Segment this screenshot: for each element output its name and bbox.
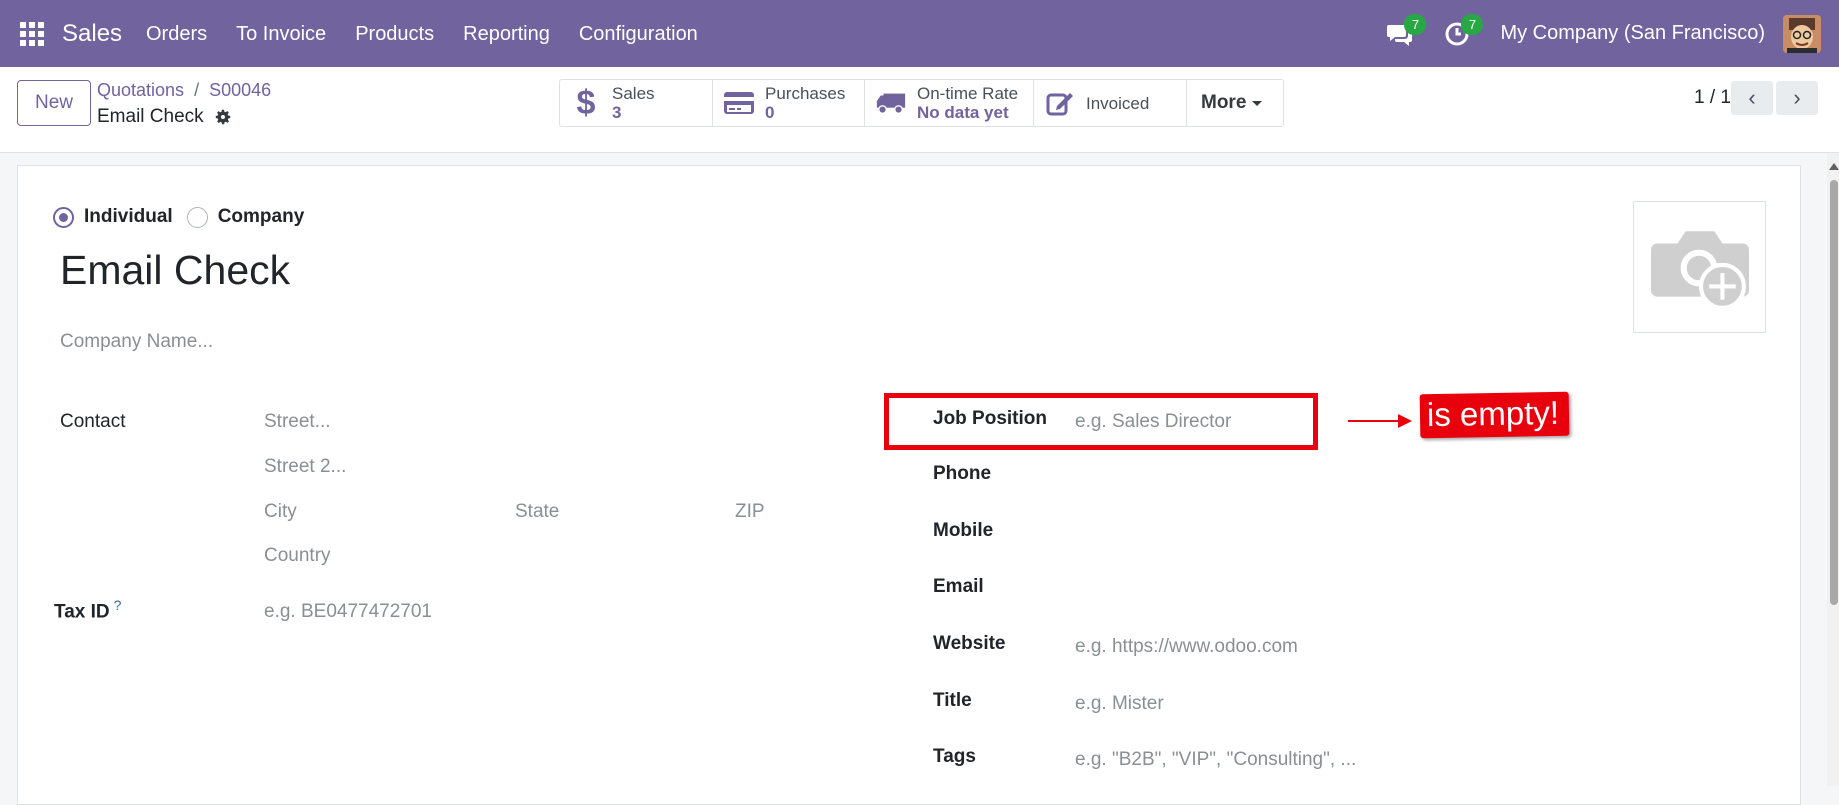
pager-previous-button[interactable]: ‹ xyxy=(1731,81,1773,115)
user-avatar[interactable] xyxy=(1783,14,1821,53)
partner-name-field[interactable]: Email Check xyxy=(60,247,290,294)
purchases-smart-value: 0 xyxy=(765,103,775,122)
tags-label: Tags xyxy=(933,746,976,767)
dollar-icon: $ xyxy=(576,83,596,122)
menu-products[interactable]: Products xyxy=(355,23,434,46)
scrollbar-thumb[interactable] xyxy=(1830,180,1838,605)
apps-menu-icon[interactable] xyxy=(20,22,46,46)
tax-id-label: Tax ID? xyxy=(54,597,121,623)
record-title-row: Email Check xyxy=(97,106,232,128)
title-label: Title xyxy=(933,690,972,711)
website-input[interactable]: e.g. https://www.odoo.com xyxy=(1075,636,1298,658)
more-label: More xyxy=(1201,92,1247,113)
company-name-input[interactable]: Company Name... xyxy=(60,331,213,353)
form-sheet: Individual Company Email Check Company N… xyxy=(17,165,1801,805)
email-highlight-box xyxy=(884,393,1318,450)
breadcrumb-separator: / xyxy=(194,80,200,100)
tax-id-help-icon[interactable]: ? xyxy=(114,597,122,613)
menu-to-invoice[interactable]: To Invoice xyxy=(236,23,326,46)
activities-clock-icon[interactable]: 7 xyxy=(1443,13,1484,50)
individual-label[interactable]: Individual xyxy=(84,206,173,228)
control-panel: New Quotations / S00046 Email Check $ Sale… xyxy=(0,67,1839,153)
contact-label: Contact xyxy=(60,411,126,432)
company-label[interactable]: Company xyxy=(218,206,305,228)
gear-icon[interactable] xyxy=(214,108,232,126)
sales-smart-button[interactable]: $ Sales 3 xyxy=(560,80,713,126)
invoiced-smart-button[interactable]: Invoiced xyxy=(1034,80,1187,126)
invoiced-smart-label: Invoiced xyxy=(1086,93,1150,113)
tax-id-input[interactable]: e.g. BE0477472701 xyxy=(264,601,432,623)
messages-badge: 7 xyxy=(1404,13,1427,35)
website-label: Website xyxy=(933,633,1006,654)
street2-input[interactable]: Street 2... xyxy=(264,456,346,478)
company-switcher[interactable]: My Company (San Francisco) xyxy=(1500,22,1765,45)
phone-label: Phone xyxy=(933,463,992,484)
company-radio[interactable] xyxy=(186,206,208,228)
credit-card-icon xyxy=(723,87,755,119)
on-time-rate-smart-button[interactable]: On-time Rate No data yet xyxy=(865,80,1034,126)
app-brand[interactable]: Sales xyxy=(62,20,122,48)
street-input[interactable]: Street... xyxy=(264,411,331,433)
edit-icon xyxy=(1044,87,1076,119)
city-input[interactable]: City xyxy=(264,501,297,523)
purchases-smart-label: Purchases xyxy=(765,84,846,103)
record-title: Email Check xyxy=(97,106,204,127)
image-upload[interactable] xyxy=(1633,201,1766,333)
main-menu: Orders To Invoice Products Reporting Con… xyxy=(146,23,698,46)
annotation-label: is empty! xyxy=(1419,391,1570,439)
systray: 7 7 My Company (San Francisco) xyxy=(1386,0,1839,67)
chevron-right-icon: › xyxy=(1793,85,1801,110)
caret-down-icon xyxy=(1252,100,1263,106)
menu-orders[interactable]: Orders xyxy=(146,23,207,46)
on-time-rate-value: No data yet xyxy=(917,103,1009,122)
individual-radio[interactable] xyxy=(53,206,74,228)
chevron-left-icon: ‹ xyxy=(1748,85,1756,110)
title-input[interactable]: e.g. Mister xyxy=(1075,693,1164,715)
menu-configuration[interactable]: Configuration xyxy=(579,23,698,46)
smart-buttons: $ Sales 3 Purchases 0 On-time Rate No data … xyxy=(559,79,1284,127)
arrow-head-icon xyxy=(1398,414,1412,428)
purchases-smart-button[interactable]: Purchases 0 xyxy=(713,80,865,126)
menu-reporting[interactable]: Reporting xyxy=(463,23,550,46)
country-input[interactable]: Country xyxy=(264,545,331,567)
scroll-up-arrow-icon[interactable] xyxy=(1829,163,1839,170)
sales-smart-label: Sales xyxy=(612,84,655,103)
mobile-label: Mobile xyxy=(933,520,994,541)
more-smart-button[interactable]: More xyxy=(1187,80,1283,126)
activities-badge: 7 xyxy=(1461,13,1484,35)
zip-input[interactable]: ZIP xyxy=(735,501,765,523)
top-navbar: Sales Orders To Invoice Products Reporti… xyxy=(0,0,1839,67)
tags-input[interactable]: e.g. "B2B", "VIP", "Consulting", ... xyxy=(1075,749,1356,771)
camera-add-icon xyxy=(1650,231,1749,309)
truck-icon xyxy=(875,87,907,119)
state-input[interactable]: State xyxy=(515,501,559,523)
pager-value[interactable]: 1 / 1 xyxy=(1694,87,1731,109)
breadcrumb-quotations[interactable]: Quotations xyxy=(97,80,184,100)
new-button[interactable]: New xyxy=(17,80,91,126)
tax-id-label-text: Tax ID xyxy=(54,601,110,623)
breadcrumb-order[interactable]: S00046 xyxy=(209,80,271,100)
company-type-selector: Individual Company xyxy=(53,206,304,228)
on-time-rate-label: On-time Rate xyxy=(917,84,1019,103)
breadcrumb: Quotations / S00046 xyxy=(97,80,271,101)
annotation-arrow xyxy=(1348,420,1404,422)
pager-next-button[interactable]: › xyxy=(1776,81,1818,115)
email-label: Email xyxy=(933,576,984,597)
sales-smart-value: 3 xyxy=(612,103,622,122)
messages-icon[interactable]: 7 xyxy=(1386,13,1427,50)
